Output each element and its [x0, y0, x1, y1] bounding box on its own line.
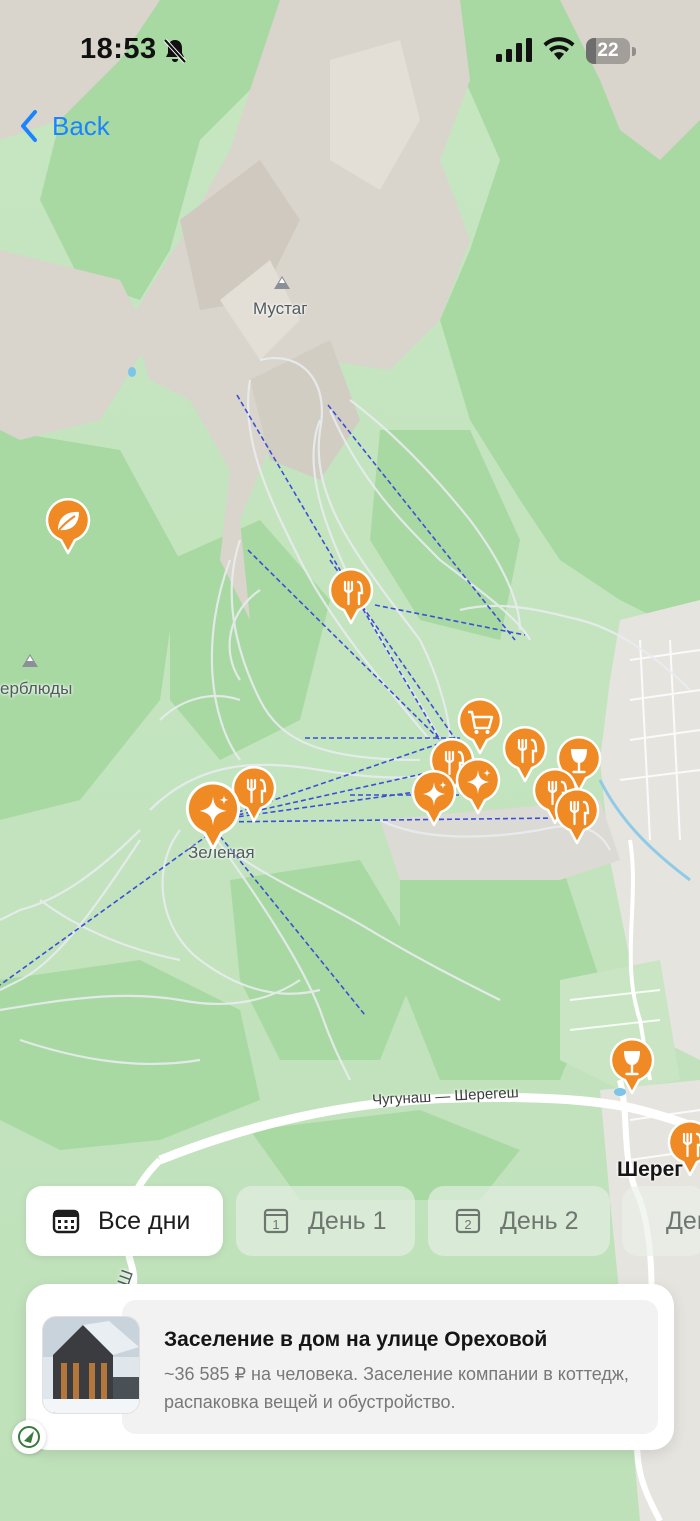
sparkle-icon: [411, 770, 457, 827]
back-label: Back: [52, 110, 110, 141]
sparkle-icon: [455, 758, 501, 815]
tab-day-2[interactable]: 2 День 2: [428, 1186, 610, 1256]
location-button[interactable]: [12, 1420, 46, 1454]
day-tabs: Все дни 1 День 1 2 День 2 3 День 3: [26, 1186, 700, 1256]
status-time: 18:53: [80, 33, 157, 65]
svg-text:1: 1: [272, 1217, 279, 1232]
fork-knife-icon: [667, 1120, 700, 1177]
calendar-day-1-icon: 1: [263, 1208, 289, 1234]
fork-knife-icon: [554, 788, 600, 845]
map-pin-food[interactable]: [667, 1120, 700, 1177]
status-bar: 18:53 22: [0, 0, 700, 100]
wifi-icon: [543, 37, 575, 60]
map-pin-activity[interactable]: [411, 770, 457, 827]
map-pin-food[interactable]: [328, 568, 374, 625]
map-pin-activity[interactable]: [455, 758, 501, 815]
svg-text:2: 2: [464, 1217, 471, 1232]
verbliudy-label: ерблюды: [0, 679, 73, 698]
cottage-thumbnail: [42, 1316, 140, 1414]
tab-all-days[interactable]: Все дни: [26, 1186, 223, 1256]
calendar-day-2-icon: 2: [455, 1208, 481, 1234]
tab-day-2-label: День 2: [500, 1206, 579, 1235]
map-pin-eco[interactable]: [45, 498, 91, 555]
cellular-signal-icon: [496, 38, 532, 62]
battery-percentage: 22: [597, 40, 619, 61]
chevron-left-icon: [21, 110, 37, 142]
map-pin-food[interactable]: [554, 788, 600, 845]
tab-day-3-label: День 3: [666, 1206, 700, 1235]
battery-indicator: 22: [586, 38, 636, 64]
peak-icon: [274, 276, 290, 289]
tab-day-1-label: День 1: [308, 1206, 387, 1235]
bell-slash-icon: [163, 38, 187, 64]
tab-day-3[interactable]: 3 День 3: [622, 1186, 700, 1256]
card-description: ~36 585 ₽ на человека. Заселение компани…: [164, 1364, 629, 1412]
map-pin-activity[interactable]: [185, 781, 241, 851]
tab-day-1[interactable]: 1 День 1: [236, 1186, 415, 1256]
wine-glass-icon: [609, 1038, 655, 1095]
sparkle-icon: [185, 781, 241, 851]
leaf-icon: [45, 498, 91, 555]
map-pin-bar[interactable]: [609, 1038, 655, 1095]
activity-card[interactable]: Заселение в дом на улице Ореховой ~36 58…: [26, 1284, 674, 1450]
card-title: Заселение в дом на улице Ореховой: [164, 1328, 548, 1351]
peak-icon: [22, 654, 38, 667]
calendar-icon: [52, 1209, 80, 1234]
fork-knife-icon: [328, 568, 374, 625]
tab-all-days-label: Все дни: [98, 1206, 191, 1235]
location-icon: [18, 1426, 40, 1448]
mustag-label: Мустаг: [253, 299, 308, 318]
back-button[interactable]: Back: [18, 106, 110, 146]
